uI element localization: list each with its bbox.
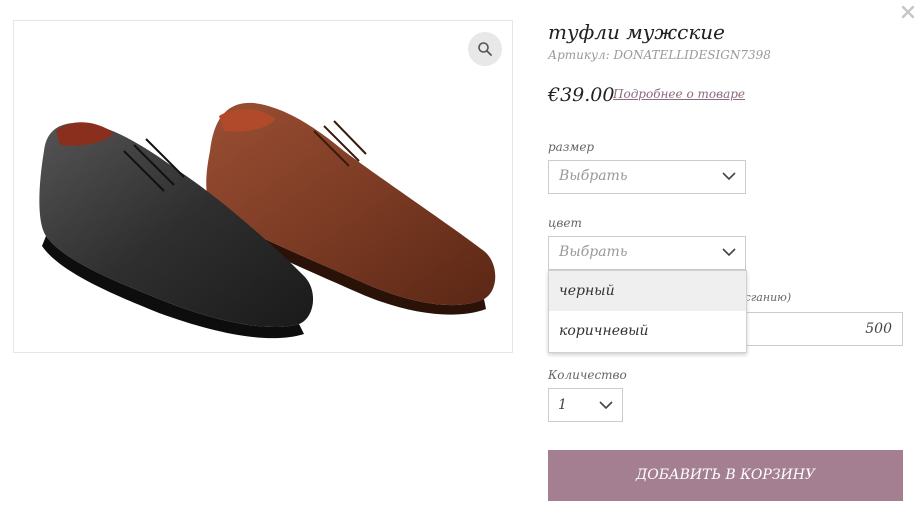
chevron-down-icon: [599, 401, 613, 410]
zoom-search-icon: [478, 42, 492, 56]
color-dropdown-list: черный коричневый: [548, 270, 747, 353]
color-label: цвет: [548, 216, 582, 230]
product-sku: Артикул: DONATELLIDESIGN7398: [548, 48, 771, 62]
chevron-down-icon: [722, 172, 736, 181]
partial-field-value: 500: [865, 321, 892, 337]
partial-field-input[interactable]: 500: [746, 312, 903, 346]
product-image-frame: [13, 20, 513, 353]
color-select[interactable]: Выбрать: [548, 236, 746, 270]
more-details-link[interactable]: Подробнее о товаре: [613, 87, 745, 101]
zoom-button[interactable]: [468, 32, 502, 66]
product-image: [39, 102, 496, 339]
quantity-label: Количество: [548, 368, 627, 382]
close-icon: [901, 5, 915, 19]
size-select-value: Выбрать: [559, 168, 628, 184]
chevron-down-icon: [722, 248, 736, 257]
size-select[interactable]: Выбрать: [548, 160, 746, 194]
color-select-value: Выбрать: [559, 244, 628, 260]
color-option-black[interactable]: черный: [549, 271, 746, 311]
quantity-value: 1: [558, 397, 567, 413]
quantity-select[interactable]: 1: [548, 388, 623, 422]
color-option-brown[interactable]: коричневый: [549, 311, 746, 351]
close-button[interactable]: [900, 4, 916, 20]
product-price: €39.00: [548, 84, 615, 106]
size-label: размер: [548, 140, 595, 154]
add-to-cart-button[interactable]: ДОБАВИТЬ В КОРЗИНУ: [548, 450, 903, 501]
product-title: туфли мужские: [548, 20, 725, 44]
